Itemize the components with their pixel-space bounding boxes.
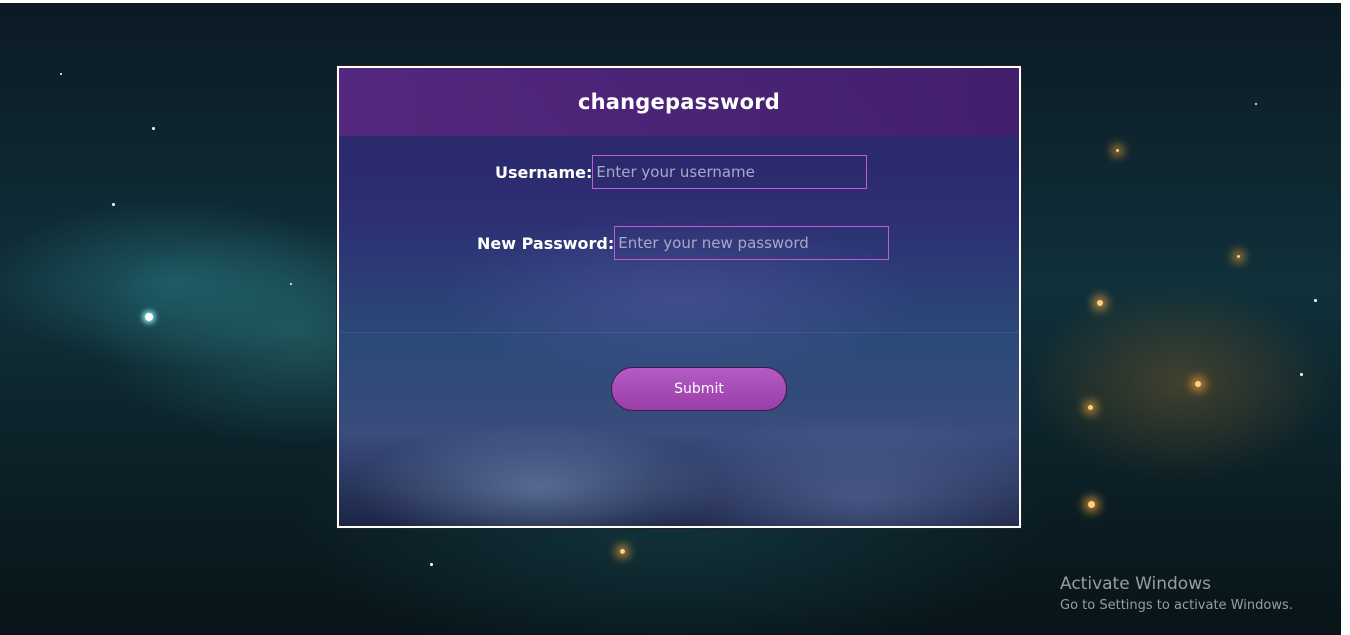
- star: [1314, 299, 1317, 302]
- star: [430, 563, 433, 566]
- username-input[interactable]: [592, 155, 868, 189]
- activate-windows-watermark: Activate Windows Go to Settings to activ…: [1060, 573, 1293, 616]
- new-password-label: New Password:: [477, 233, 615, 253]
- star: [1300, 373, 1303, 376]
- star: [1097, 300, 1103, 306]
- card-divider: [339, 332, 1019, 333]
- username-row: Username:: [495, 155, 868, 189]
- watermark-title: Activate Windows: [1060, 574, 1211, 594]
- page-edge: [1341, 0, 1350, 635]
- star: [1255, 103, 1257, 105]
- star: [1088, 405, 1093, 410]
- new-password-row: New Password:: [477, 226, 890, 260]
- star: [1237, 255, 1240, 258]
- star: [1195, 381, 1201, 387]
- star: [60, 73, 62, 75]
- star: [1116, 149, 1119, 152]
- new-password-input[interactable]: [614, 226, 890, 260]
- star: [290, 283, 292, 285]
- username-label: Username:: [495, 162, 593, 182]
- star: [1088, 501, 1095, 508]
- star: [620, 549, 625, 554]
- star: [112, 203, 115, 206]
- star: [145, 313, 153, 321]
- change-password-card: changepassword Username: New Password: S…: [337, 66, 1021, 528]
- form-title: changepassword: [577, 90, 780, 114]
- card-header: changepassword: [339, 68, 1019, 136]
- submit-button[interactable]: Submit: [611, 367, 787, 411]
- watermark-subtitle: Go to Settings to activate Windows.: [1060, 598, 1293, 613]
- star: [152, 127, 155, 130]
